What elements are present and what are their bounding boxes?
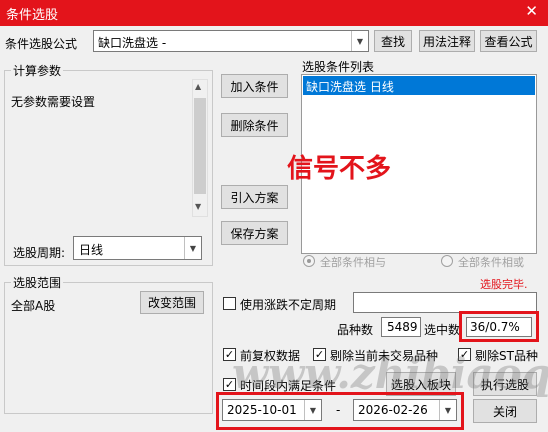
hit-label: 选中数 xyxy=(424,323,461,337)
params-empty-text: 无参数需要设置 xyxy=(11,95,96,109)
condition-item[interactable]: 缺口洗盘选 日线 xyxy=(303,76,535,95)
logic-and-radio[interactable] xyxy=(303,255,315,267)
highlight-box xyxy=(459,311,539,342)
remove-condition-button[interactable]: 删除条件 xyxy=(221,113,288,137)
add-condition-button[interactable]: 加入条件 xyxy=(221,74,288,98)
close-icon[interactable]: ✕ xyxy=(525,2,538,20)
count-value: 5489 xyxy=(387,320,418,334)
find-button[interactable]: 查找 xyxy=(374,30,412,52)
scroll-up-icon[interactable]: ▲ xyxy=(195,82,201,91)
status-done-text: 选股完毕. xyxy=(480,278,528,291)
save-plan-button[interactable]: 保存方案 xyxy=(221,221,288,245)
range-value: 全部A股 xyxy=(11,299,56,313)
range-group: 选股范围 全部A股 改变范围 xyxy=(4,274,213,414)
view-formula-button[interactable]: 查看公式 xyxy=(480,30,537,52)
usage-button[interactable]: 用法注释 xyxy=(419,30,475,52)
formula-value: 缺口洗盘选 - xyxy=(98,36,167,50)
close-button[interactable]: 关闭 xyxy=(473,399,537,423)
signal-overlay-text: 信号不多 xyxy=(287,154,392,184)
chevron-down-icon[interactable]: ▼ xyxy=(351,31,368,51)
scroll-down-icon[interactable]: ▼ xyxy=(195,202,201,211)
var-period-input[interactable] xyxy=(353,292,537,313)
period-select[interactable]: 日线 ▼ xyxy=(73,236,202,260)
period-value: 日线 xyxy=(79,243,104,257)
dialog-client: 条件选股公式 缺口洗盘选 - ▼ 查找 用法注释 查看公式 计算参数 无参数需要… xyxy=(0,26,548,432)
window-title: 条件选股 xyxy=(6,8,59,23)
logic-and-label: 全部条件相与 xyxy=(320,256,386,269)
range-group-label: 选股范围 xyxy=(11,274,64,291)
watermark-text: www.zhibiaoqi.com xyxy=(232,349,548,398)
count-label: 品种数 xyxy=(337,323,374,337)
import-plan-button[interactable]: 引入方案 xyxy=(221,185,288,209)
count-field: 5489 xyxy=(381,317,421,337)
period-label: 选股周期: xyxy=(13,246,66,260)
chevron-down-icon[interactable]: ▼ xyxy=(184,237,201,259)
formula-select[interactable]: 缺口洗盘选 - ▼ xyxy=(93,30,369,52)
title-bar: 条件选股 ✕ xyxy=(0,0,548,26)
logic-or-radio[interactable] xyxy=(441,255,453,267)
params-group: 计算参数 无参数需要设置 ▲ ▼ 选股周期: 日线 ▼ xyxy=(4,62,213,266)
params-group-label: 计算参数 xyxy=(11,62,64,79)
params-scrollbar[interactable]: ▲ ▼ xyxy=(192,79,208,217)
conditions-label: 选股条件列表 xyxy=(302,60,375,74)
change-range-button[interactable]: 改变范围 xyxy=(140,291,204,314)
formula-label: 条件选股公式 xyxy=(5,37,78,51)
var-period-checkbox[interactable] xyxy=(223,297,236,310)
logic-or-label: 全部条件相或 xyxy=(458,256,524,269)
scroll-thumb[interactable] xyxy=(194,98,206,194)
var-period-label: 使用涨跌不定周期 xyxy=(240,298,337,312)
